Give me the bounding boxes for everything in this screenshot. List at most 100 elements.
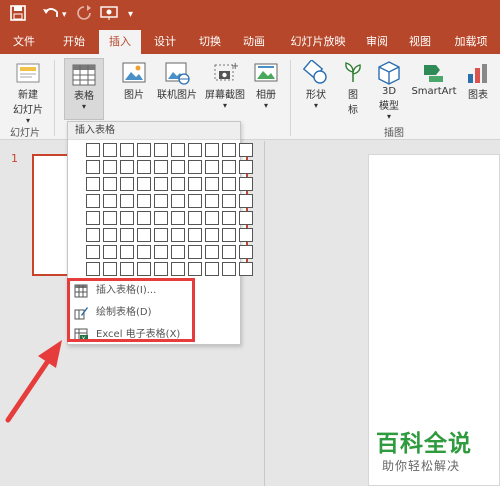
table-grid-cell[interactable] xyxy=(205,245,219,259)
table-grid-cell[interactable] xyxy=(120,228,134,242)
tab-slideshow[interactable]: 幻灯片放映 xyxy=(280,30,356,54)
table-grid-cell[interactable] xyxy=(120,177,134,191)
table-grid-cell[interactable] xyxy=(137,228,151,242)
table-grid-cell[interactable] xyxy=(222,194,236,208)
table-grid-cell[interactable] xyxy=(222,245,236,259)
tab-insert[interactable]: 插入 xyxy=(99,30,141,54)
table-grid-cell[interactable] xyxy=(239,143,253,157)
table-grid-cell[interactable] xyxy=(120,194,134,208)
present-from-start-icon[interactable] xyxy=(100,5,118,28)
tab-file[interactable]: 文件 xyxy=(4,30,44,54)
table-grid-cell[interactable] xyxy=(103,160,117,174)
table-grid-cell[interactable] xyxy=(86,143,100,157)
table-grid-cell[interactable] xyxy=(154,143,168,157)
table-grid-cell[interactable] xyxy=(205,143,219,157)
table-grid-cell[interactable] xyxy=(154,245,168,259)
table-grid-cell[interactable] xyxy=(137,262,151,276)
table-grid-cell[interactable] xyxy=(188,262,202,276)
tab-design[interactable]: 设计 xyxy=(145,30,185,54)
table-grid-cell[interactable] xyxy=(154,211,168,225)
table-grid-cell[interactable] xyxy=(188,245,202,259)
table-grid-cell[interactable] xyxy=(222,160,236,174)
table-grid-cell[interactable] xyxy=(205,160,219,174)
table-grid-cell[interactable] xyxy=(239,194,253,208)
table-grid-cell[interactable] xyxy=(154,228,168,242)
icons-button[interactable]: 图 标 xyxy=(338,60,368,116)
smartart-button[interactable]: SmartArt xyxy=(408,60,460,97)
album-button[interactable]: 相册 ▾ xyxy=(251,60,281,110)
table-grid-cell[interactable] xyxy=(103,245,117,259)
table-grid-cell[interactable] xyxy=(103,143,117,157)
undo-icon[interactable] xyxy=(42,5,60,28)
table-button[interactable]: 表格 ▾ xyxy=(64,58,104,120)
save-icon[interactable] xyxy=(10,5,26,28)
tab-view[interactable]: 视图 xyxy=(400,30,440,54)
table-grid-cell[interactable] xyxy=(239,177,253,191)
new-slide-button[interactable]: 新建 幻灯片 ▾ xyxy=(6,60,50,125)
table-grid-cell[interactable] xyxy=(171,143,185,157)
table-grid-cell[interactable] xyxy=(239,160,253,174)
table-grid-cell[interactable] xyxy=(222,143,236,157)
table-grid-cell[interactable] xyxy=(171,194,185,208)
table-grid-cell[interactable] xyxy=(103,211,117,225)
table-grid-cell[interactable] xyxy=(239,211,253,225)
table-grid-cell[interactable] xyxy=(222,228,236,242)
table-grid-cell[interactable] xyxy=(205,177,219,191)
tab-addins[interactable]: 加载项 xyxy=(446,30,496,54)
table-grid-cell[interactable] xyxy=(154,262,168,276)
table-grid-cell[interactable] xyxy=(120,262,134,276)
table-grid-cell[interactable] xyxy=(103,177,117,191)
table-grid-cell[interactable] xyxy=(205,194,219,208)
table-grid-cell[interactable] xyxy=(188,143,202,157)
table-grid-cell[interactable] xyxy=(120,160,134,174)
table-grid-cell[interactable] xyxy=(188,160,202,174)
table-grid-cell[interactable] xyxy=(137,194,151,208)
table-grid-cell[interactable] xyxy=(222,177,236,191)
shapes-button[interactable]: 形状 ▾ xyxy=(298,58,334,110)
table-grid-cell[interactable] xyxy=(171,228,185,242)
tab-review[interactable]: 审阅 xyxy=(360,30,394,54)
table-grid-cell[interactable] xyxy=(86,177,100,191)
redo-icon[interactable] xyxy=(76,5,92,28)
3d-model-button[interactable]: 3D 模型 ▾ xyxy=(372,60,406,121)
table-grid-cell[interactable] xyxy=(137,160,151,174)
chart-button[interactable]: 图表 xyxy=(462,60,494,101)
table-grid-cell[interactable] xyxy=(154,194,168,208)
undo-dropdown-icon[interactable]: ▾ xyxy=(62,5,67,25)
table-grid-cell[interactable] xyxy=(86,228,100,242)
table-grid-cell[interactable] xyxy=(188,194,202,208)
table-grid-cell[interactable] xyxy=(154,160,168,174)
table-grid-cell[interactable] xyxy=(137,245,151,259)
table-grid-cell[interactable] xyxy=(222,262,236,276)
table-grid-cell[interactable] xyxy=(188,228,202,242)
tab-home[interactable]: 开始 xyxy=(52,30,96,54)
screenshot-button[interactable]: + 屏幕截图 ▾ xyxy=(202,60,248,110)
table-grid-cell[interactable] xyxy=(103,194,117,208)
online-picture-button[interactable]: 联机图片 xyxy=(154,60,200,101)
tab-transitions[interactable]: 切换 xyxy=(190,30,230,54)
customize-quick-access-icon[interactable]: ▾ xyxy=(128,5,133,25)
table-grid-cell[interactable] xyxy=(205,262,219,276)
table-grid-cell[interactable] xyxy=(86,160,100,174)
table-grid-cell[interactable] xyxy=(103,228,117,242)
table-grid-cell[interactable] xyxy=(86,211,100,225)
table-grid-cell[interactable] xyxy=(103,262,117,276)
table-grid-cell[interactable] xyxy=(222,211,236,225)
table-grid-cell[interactable] xyxy=(188,211,202,225)
tab-animations[interactable]: 动画 xyxy=(234,30,274,54)
table-grid-cell[interactable] xyxy=(171,245,185,259)
table-grid-cell[interactable] xyxy=(188,177,202,191)
table-grid-cell[interactable] xyxy=(120,143,134,157)
picture-button[interactable]: 图片 xyxy=(118,60,150,101)
table-grid-cell[interactable] xyxy=(171,262,185,276)
table-grid-cell[interactable] xyxy=(239,228,253,242)
table-grid-cell[interactable] xyxy=(171,160,185,174)
table-grid-cell[interactable] xyxy=(137,211,151,225)
table-grid-cell[interactable] xyxy=(120,245,134,259)
table-grid-cell[interactable] xyxy=(86,262,100,276)
table-grid-cell[interactable] xyxy=(86,194,100,208)
table-grid-cell[interactable] xyxy=(239,245,253,259)
table-grid-cell[interactable] xyxy=(205,228,219,242)
table-grid-cell[interactable] xyxy=(171,211,185,225)
table-grid-cell[interactable] xyxy=(86,245,100,259)
